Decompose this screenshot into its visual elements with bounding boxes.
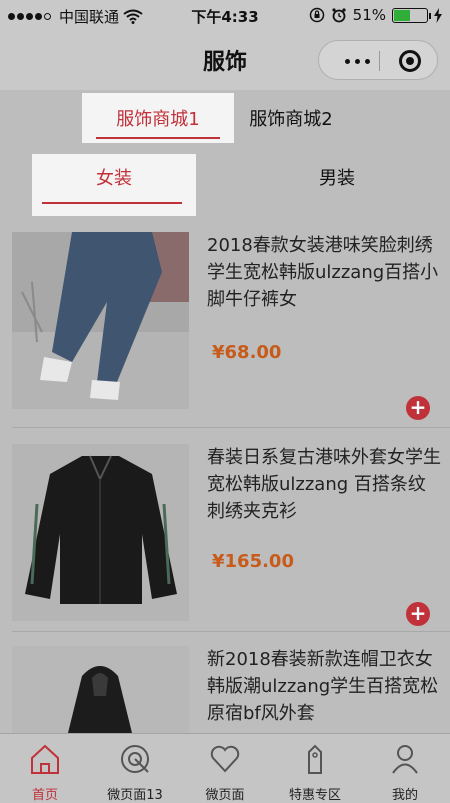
product-item[interactable]: 2018春款女装港味笑脸刺绣学生宽松韩版ulzzang百搭小脚牛仔裤女 ¥68.… bbox=[0, 232, 450, 427]
battery-level bbox=[394, 9, 410, 21]
battery-percent: 51% bbox=[352, 6, 386, 24]
tab-home[interactable]: 首页 bbox=[0, 734, 90, 803]
list-divider bbox=[12, 427, 450, 428]
product-price: ¥165.00 bbox=[212, 551, 294, 572]
primary-tabs: 服饰商城1 服饰商城2 bbox=[0, 93, 450, 143]
close-circle-icon[interactable] bbox=[399, 50, 421, 72]
charging-icon bbox=[434, 7, 442, 23]
product-name[interactable]: 新2018春装新款连帽卫衣女韩版潮ulzzang学生百搭宽松原宿bf风外套 bbox=[207, 646, 443, 727]
lock-rotation-icon bbox=[309, 7, 324, 23]
tab-label: 首页 bbox=[31, 788, 58, 803]
status-bar: 中国联通 下午4:33 51% bbox=[0, 0, 450, 30]
product-item[interactable]: 春装日系复古港味外套女学生宽松韩版ulzzang 百搭条纹刺绣夹克衫 ¥165.… bbox=[0, 444, 450, 629]
nav-bar: 服饰 bbox=[0, 30, 450, 90]
tab-label: 微页面13 bbox=[107, 788, 163, 803]
product-item[interactable]: 新2018春装新款连帽卫衣女韩版潮ulzzang学生百搭宽松原宿bf风外套 bbox=[0, 646, 450, 746]
tab-label: 微页面 bbox=[205, 788, 245, 803]
alarm-icon bbox=[332, 8, 346, 23]
secondary-tabs: 女装 男装 bbox=[0, 154, 450, 216]
product-name[interactable]: 春装日系复古港味外套女学生宽松韩版ulzzang 百搭条纹刺绣夹克衫 bbox=[207, 444, 443, 525]
user-icon bbox=[392, 745, 418, 774]
product-price: ¥68.00 bbox=[212, 342, 282, 363]
jacket-photo bbox=[12, 444, 189, 621]
product-image-hoodie[interactable] bbox=[12, 646, 189, 733]
tab-special-offers[interactable]: 特惠专区 bbox=[270, 734, 360, 803]
product-name[interactable]: 2018春款女装港味笑脸刺绣学生宽松韩版ulzzang百搭小脚牛仔裤女 bbox=[207, 232, 443, 313]
tab-micro-page-13[interactable]: 微页面13 bbox=[90, 734, 180, 803]
home-icon bbox=[31, 744, 59, 774]
target-icon bbox=[121, 745, 149, 773]
tab-mine[interactable]: 我的 bbox=[360, 734, 450, 803]
jeans-photo bbox=[12, 232, 189, 409]
add-to-cart-button[interactable]: + bbox=[406, 396, 430, 420]
battery-icon bbox=[392, 7, 431, 23]
add-to-cart-button[interactable]: + bbox=[406, 602, 430, 626]
tab-womens[interactable]: 女装 bbox=[32, 154, 196, 216]
hoodie-photo bbox=[12, 646, 189, 733]
tag-icon bbox=[308, 744, 322, 774]
bottom-tab-bar: 首页 微页面13 微页面 特惠专区 我的 bbox=[0, 733, 450, 803]
mini-program-capsule bbox=[318, 40, 438, 80]
product-image-jeans[interactable] bbox=[12, 232, 189, 409]
heart-icon bbox=[210, 745, 240, 773]
list-divider bbox=[12, 631, 450, 632]
tab-label: 我的 bbox=[391, 788, 418, 803]
status-right: 51% bbox=[309, 6, 442, 24]
product-image-jacket[interactable] bbox=[12, 444, 189, 621]
capsule-divider bbox=[379, 51, 380, 71]
tab-label: 特惠专区 bbox=[288, 788, 341, 803]
tab-clothing-mall-2[interactable]: 服饰商城2 bbox=[236, 93, 346, 143]
tab-clothing-mall-1[interactable]: 服饰商城1 bbox=[82, 93, 234, 143]
more-icon[interactable] bbox=[345, 59, 370, 64]
tab-mens[interactable]: 男装 bbox=[300, 154, 374, 216]
tab-micro-page[interactable]: 微页面 bbox=[180, 734, 270, 803]
